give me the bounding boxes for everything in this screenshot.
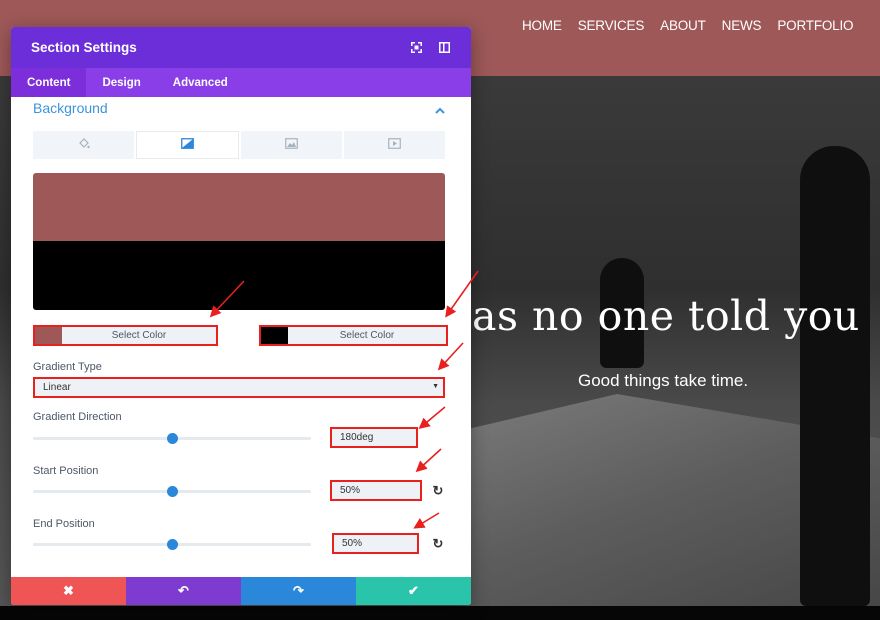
undo-icon: ↶ bbox=[178, 583, 189, 598]
section-title-background[interactable]: Background bbox=[33, 100, 108, 116]
modal-footer: ✖ ↶ ↷ ✔ bbox=[11, 577, 471, 605]
start-position-value: 50% bbox=[340, 485, 361, 496]
end-position-thumb[interactable] bbox=[166, 539, 178, 550]
start-position-input[interactable]: 50% bbox=[330, 480, 422, 501]
bg-tab-video[interactable] bbox=[344, 131, 445, 159]
gradient-direction-label: Gradient Direction bbox=[33, 411, 122, 423]
modal-title: Section Settings bbox=[31, 40, 137, 55]
site-nav: HOME SERVICES ABOUT NEWS PORTFOLIO bbox=[522, 18, 854, 33]
save-button[interactable]: ✔ bbox=[356, 577, 471, 605]
select-color-label-1: Select Color bbox=[111, 330, 167, 341]
hero-subline: Good things take time. bbox=[578, 371, 749, 390]
end-position-label: End Position bbox=[33, 518, 95, 530]
dock-sidebar-icon[interactable] bbox=[437, 40, 451, 54]
video-icon bbox=[388, 138, 401, 152]
background-type-tabs bbox=[33, 131, 445, 159]
gradient-direction-value: 180deg bbox=[340, 432, 374, 443]
fullscreen-icon[interactable] bbox=[409, 40, 423, 54]
settings-tabs: Content Design Advanced bbox=[11, 68, 471, 97]
gradient-preview-bottom bbox=[33, 241, 445, 310]
bg-tab-gradient[interactable] bbox=[136, 131, 239, 159]
tab-content[interactable]: Content bbox=[11, 68, 87, 97]
caret-down-icon: ▼ bbox=[432, 383, 439, 390]
gradient-color-2-picker[interactable]: Select Color bbox=[259, 325, 448, 346]
color-swatch-2[interactable] bbox=[261, 327, 288, 344]
close-icon: ✖ bbox=[63, 583, 74, 598]
start-position-thumb[interactable] bbox=[166, 486, 178, 497]
end-position-input[interactable]: 50% bbox=[332, 533, 419, 554]
gradient-type-value: Linear bbox=[43, 382, 71, 393]
gradient-type-select[interactable]: Linear ▼ bbox=[33, 377, 445, 398]
nav-services[interactable]: SERVICES bbox=[578, 18, 645, 33]
nav-home[interactable]: HOME bbox=[522, 18, 562, 33]
paint-bucket-icon bbox=[78, 137, 90, 153]
gradient-type-label: Gradient Type bbox=[33, 361, 102, 373]
bg-tab-image[interactable] bbox=[241, 131, 342, 159]
end-position-value: 50% bbox=[342, 538, 363, 549]
section-settings-modal: Section Settings Content Design Advanced… bbox=[11, 27, 471, 605]
hero-headline: as no one told you bbox=[472, 292, 860, 340]
nav-news[interactable]: NEWS bbox=[722, 18, 762, 33]
start-position-slider[interactable] bbox=[33, 486, 311, 497]
checkmark-icon: ✔ bbox=[408, 583, 419, 598]
undo-button[interactable]: ↶ bbox=[126, 577, 241, 605]
gradient-direction-input[interactable]: 180deg bbox=[330, 427, 418, 448]
page-bottom-strip bbox=[0, 606, 880, 620]
gradient-icon bbox=[181, 138, 194, 152]
gradient-color-1-picker[interactable]: Select Color bbox=[33, 325, 218, 346]
chevron-up-icon[interactable] bbox=[435, 103, 445, 117]
modal-header[interactable]: Section Settings bbox=[11, 27, 471, 68]
gradient-direction-thumb[interactable] bbox=[166, 433, 178, 444]
close-button[interactable]: ✖ bbox=[11, 577, 126, 605]
tab-design[interactable]: Design bbox=[86, 68, 156, 97]
nav-portfolio[interactable]: PORTFOLIO bbox=[777, 18, 853, 33]
redo-icon: ↷ bbox=[293, 583, 304, 598]
select-color-label-2: Select Color bbox=[339, 330, 395, 341]
image-icon bbox=[285, 138, 298, 152]
walker-silhouette bbox=[800, 146, 870, 606]
start-position-label: Start Position bbox=[33, 465, 99, 477]
redo-button[interactable]: ↷ bbox=[241, 577, 356, 605]
color-swatch-1[interactable] bbox=[35, 327, 62, 344]
gradient-preview-top bbox=[33, 173, 445, 241]
modal-body: Background Select Color Select Color Gra… bbox=[11, 97, 471, 577]
gradient-preview bbox=[33, 173, 445, 310]
end-position-slider[interactable] bbox=[33, 539, 311, 550]
nav-about[interactable]: ABOUT bbox=[660, 18, 706, 33]
reset-start-position-icon[interactable]: ↻ bbox=[431, 483, 445, 498]
tab-advanced[interactable]: Advanced bbox=[157, 68, 244, 97]
gradient-direction-slider[interactable] bbox=[33, 433, 311, 444]
reset-end-position-icon[interactable]: ↻ bbox=[431, 536, 445, 551]
bg-tab-color[interactable] bbox=[33, 131, 134, 159]
